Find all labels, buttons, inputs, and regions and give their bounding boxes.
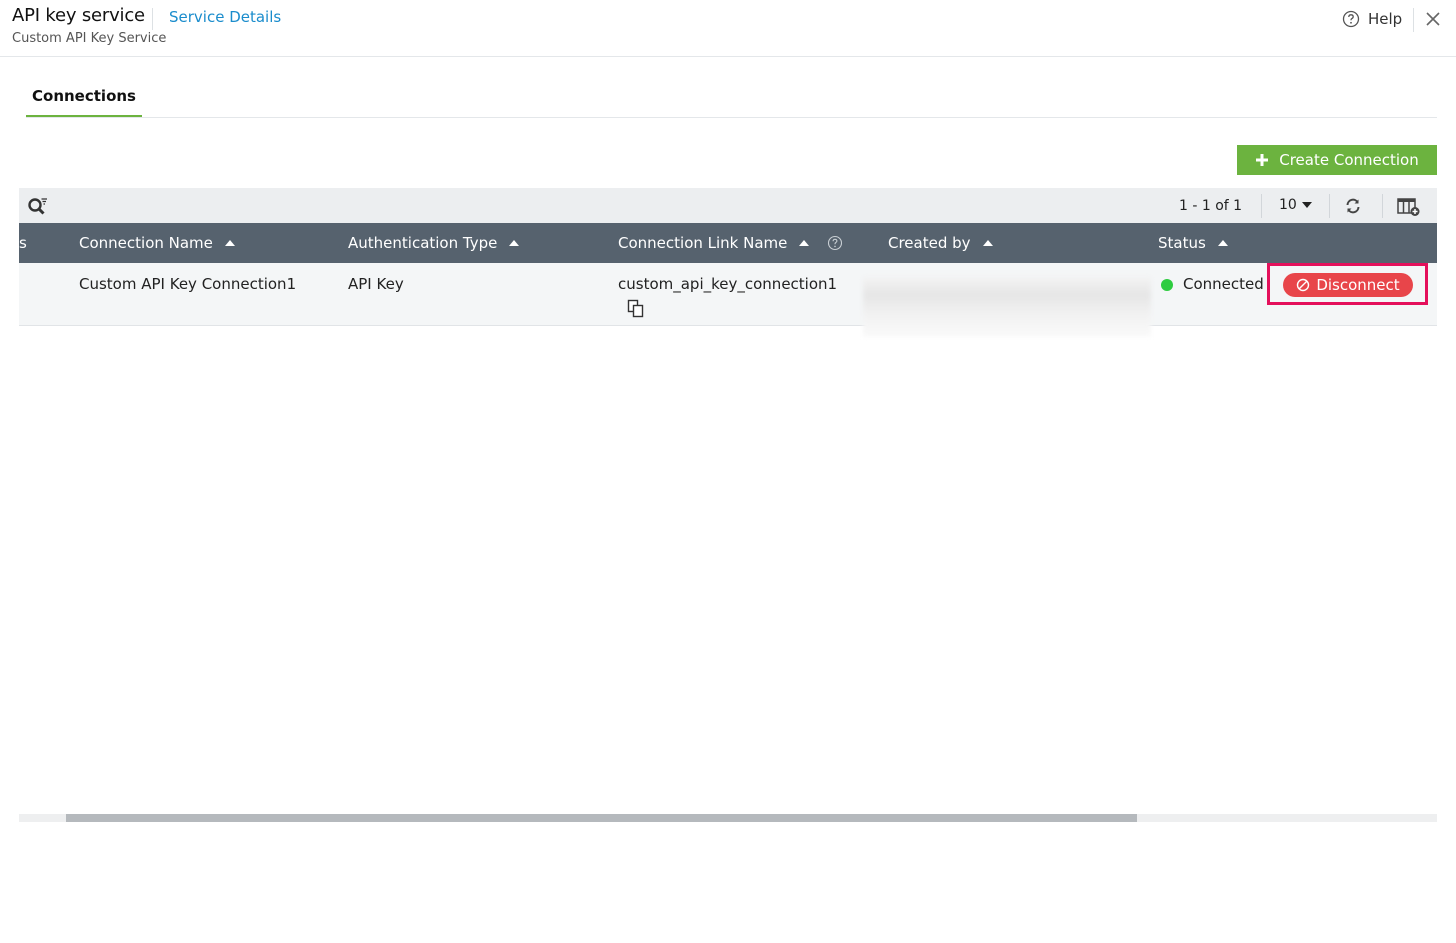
- grid-toolbar: 1 - 1 of 1 10: [19, 188, 1437, 223]
- sort-ascending-icon: [224, 240, 235, 246]
- page-size-value: 10: [1279, 197, 1297, 213]
- help-circle-icon[interactable]: [827, 235, 843, 251]
- sort-ascending-icon: [1217, 240, 1228, 246]
- cell-connection-link-name: custom_api_key_connection1: [618, 275, 838, 293]
- column-header-connection-link-name[interactable]: Connection Link Name: [618, 234, 843, 252]
- disconnect-button[interactable]: Disconnect: [1283, 273, 1413, 297]
- help-button[interactable]: Help: [1342, 10, 1402, 28]
- status-connected-dot: [1161, 279, 1173, 291]
- tabs-rule: [26, 117, 1437, 118]
- refresh-icon[interactable]: [1344, 197, 1362, 215]
- chevron-down-icon: [1301, 202, 1312, 208]
- column-header-connection-name[interactable]: Connection Name: [79, 234, 235, 252]
- column-header-label: Created by: [888, 234, 971, 252]
- page-size-select[interactable]: 10: [1279, 197, 1312, 213]
- table-header: s Connection Name Authentication Type Co…: [19, 223, 1437, 263]
- title-divider: [152, 8, 153, 30]
- close-button[interactable]: [1424, 9, 1442, 29]
- pagination-text: 1 - 1 of 1: [1179, 198, 1243, 214]
- columns-settings-icon[interactable]: [1397, 197, 1421, 217]
- column-header-label: Connection Link Name: [618, 234, 788, 252]
- cell-connection-name: Custom API Key Connection1: [79, 275, 297, 293]
- toolbar-divider: [1382, 194, 1383, 218]
- column-header-authentication-type[interactable]: Authentication Type: [348, 234, 520, 252]
- toolbar-divider: [1261, 194, 1262, 218]
- cell-created-by-redacted: [863, 277, 1151, 337]
- copy-icon[interactable]: [627, 299, 645, 319]
- cell-status: Connected: [1183, 275, 1264, 293]
- cell-authentication-type: API Key: [348, 275, 404, 293]
- disconnect-icon: [1297, 278, 1310, 292]
- horizontal-scrollbar[interactable]: [19, 814, 1437, 822]
- table-row: Custom API Key Connection1 API Key custo…: [19, 263, 1437, 337]
- help-label: Help: [1368, 10, 1403, 28]
- search-filter-icon[interactable]: [27, 196, 49, 216]
- truncated-column-header: s: [19, 234, 27, 252]
- sort-ascending-icon: [799, 240, 810, 246]
- column-header-label: Status: [1158, 234, 1206, 252]
- scrollbar-thumb[interactable]: [66, 814, 1137, 822]
- header-divider: [1413, 8, 1414, 32]
- disconnect-label: Disconnect: [1316, 276, 1400, 294]
- tab-connections[interactable]: Connections: [26, 84, 142, 118]
- toolbar-divider: [1329, 194, 1330, 218]
- column-header-label: Connection Name: [79, 234, 213, 252]
- create-connection-label: Create Connection: [1279, 151, 1419, 169]
- sort-ascending-icon: [509, 240, 520, 246]
- service-details-link[interactable]: Service Details: [169, 8, 281, 26]
- app-subtitle: Custom API Key Service: [12, 31, 167, 46]
- column-header-status[interactable]: Status: [1158, 234, 1228, 252]
- header-rule: [0, 56, 1456, 57]
- help-circle-icon: [1342, 10, 1360, 28]
- column-header-label: Authentication Type: [348, 234, 498, 252]
- sort-ascending-icon: [982, 240, 993, 246]
- tab-connections-label: Connections: [32, 87, 136, 105]
- close-icon: [1426, 12, 1440, 26]
- column-header-created-by[interactable]: Created by: [888, 234, 993, 252]
- app-title: API key service: [12, 5, 145, 26]
- plus-icon: [1256, 154, 1269, 166]
- create-connection-button[interactable]: Create Connection: [1237, 145, 1437, 175]
